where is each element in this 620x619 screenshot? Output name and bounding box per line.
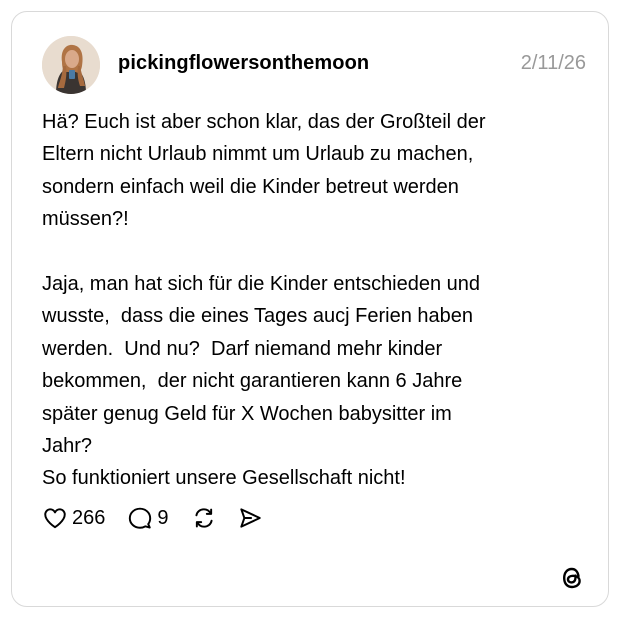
avatar-image (42, 36, 100, 94)
post-date: 2/11/26 (520, 52, 586, 74)
repost-icon (194, 508, 213, 528)
reply-count: 9 (157, 506, 169, 529)
username[interactable]: pickingflowersonthemoon (118, 52, 369, 75)
like-count: 266 (72, 506, 106, 529)
threads-logo-icon (558, 564, 586, 592)
reply-button[interactable]: 9 (127, 505, 169, 531)
post-header: pickingflowersonthemoon 2/11/26 (42, 36, 586, 96)
avatar[interactable] (42, 36, 100, 94)
post-card: pickingflowersonthemoon 2/11/26 Hä? Euch… (11, 11, 609, 607)
repost-button[interactable] (191, 505, 217, 531)
post-text: Hä? Euch ist aber schon klar, das der Gr… (42, 111, 486, 490)
comment-bubble-icon (129, 507, 152, 529)
share-button[interactable] (237, 505, 263, 531)
heart-icon (44, 508, 66, 529)
like-button[interactable]: 266 (42, 505, 105, 531)
send-icon (239, 508, 261, 528)
action-bar: 266 9 (42, 500, 263, 536)
